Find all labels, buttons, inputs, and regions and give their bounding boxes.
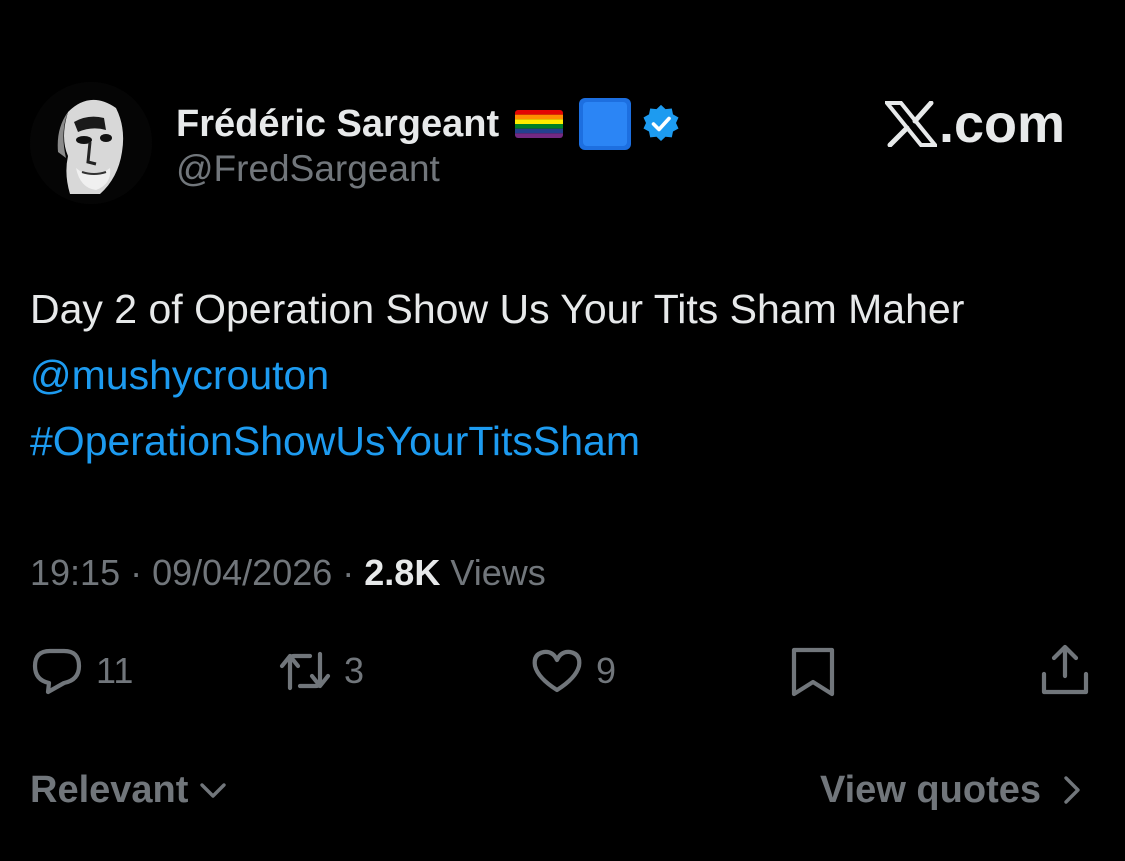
avatar[interactable] <box>30 82 152 204</box>
x-com-brand: .com <box>885 92 1065 156</box>
brand-suffix: .com <box>939 94 1066 154</box>
tweet-text: Day 2 of Operation Show Us Your Tits Sha… <box>30 286 965 332</box>
mention-link[interactable]: @mushycrouton <box>30 352 329 398</box>
blue-square-emoji <box>577 96 633 152</box>
meta-separator: · <box>120 552 153 593</box>
tweet-time[interactable]: 19:15 <box>30 552 120 593</box>
like-count: 9 <box>596 650 617 691</box>
rainbow-flag-emoji <box>515 110 564 138</box>
verified-badge-icon[interactable] <box>641 104 681 144</box>
sort-relevant-dropdown[interactable]: Relevant <box>30 764 230 816</box>
heart-icon <box>532 649 582 693</box>
repost-count: 3 <box>344 650 365 691</box>
repost-icon <box>279 651 331 691</box>
meta-separator: · <box>332 552 365 593</box>
author-name-text: Frédéric Sargeant <box>176 103 500 145</box>
chevron-right-icon <box>1064 776 1080 804</box>
tweet-meta: 19:15 · 09/04/2026 · 2.8K Views <box>30 548 546 598</box>
reply-icon <box>32 648 82 695</box>
reply-count: 11 <box>96 650 134 691</box>
x-logo-icon <box>885 101 937 147</box>
reply-button[interactable]: 11 <box>28 642 133 700</box>
tweet-card: Frédéric Sargeant @FredSargeant .com Day… <box>0 0 1125 861</box>
view-quotes-link[interactable]: View quotes <box>820 764 1089 816</box>
views-label: Views <box>440 552 546 593</box>
views-count[interactable]: 2.8K <box>364 552 440 593</box>
view-quotes-label: View quotes <box>819 769 1041 811</box>
hashtag-link[interactable]: #OperationShowUsYourTitsSham <box>30 418 640 464</box>
bookmark-button[interactable] <box>784 642 842 700</box>
share-icon <box>1041 644 1089 695</box>
avatar-portrait-image <box>30 82 152 204</box>
tweet-body: Day 2 of Operation Show Us Your Tits Sha… <box>30 276 1090 474</box>
author-display-name[interactable]: Frédéric Sargeant <box>176 96 681 152</box>
like-button[interactable]: 9 <box>528 642 616 700</box>
sort-label: Relevant <box>30 769 189 811</box>
chevron-down-icon <box>200 783 227 798</box>
repost-button[interactable]: 3 <box>276 642 364 700</box>
bookmark-icon <box>791 647 835 697</box>
author-handle[interactable]: @FredSargeant <box>176 146 440 192</box>
tweet-date[interactable]: 09/04/2026 <box>152 552 332 593</box>
share-button[interactable] <box>1036 642 1094 700</box>
